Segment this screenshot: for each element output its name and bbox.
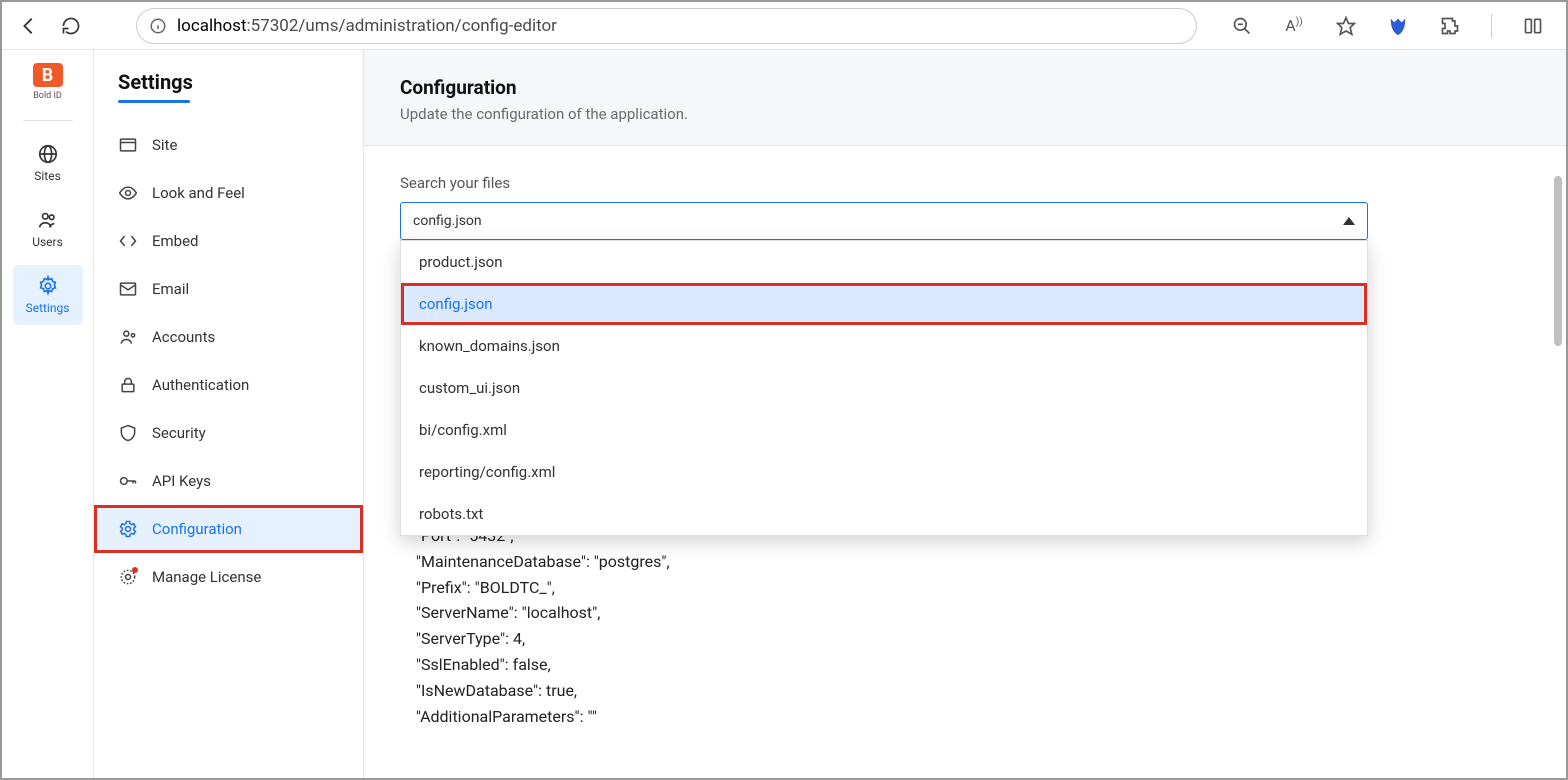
menu-label: Manage License bbox=[152, 568, 261, 586]
favorite-star-icon[interactable] bbox=[1329, 9, 1363, 43]
menu-label: Authentication bbox=[152, 376, 249, 394]
code-icon bbox=[118, 231, 138, 251]
code-line: "SslEnabled": false, bbox=[400, 655, 551, 674]
sidemenu-item-email[interactable]: Email bbox=[94, 265, 363, 313]
sidemenu-item-embed[interactable]: Embed bbox=[94, 217, 363, 265]
gear-icon bbox=[37, 275, 59, 297]
shield-icon bbox=[118, 423, 138, 443]
file-select-combo[interactable]: config.json bbox=[400, 202, 1368, 240]
vertical-scrollbar[interactable] bbox=[1554, 176, 1562, 778]
sidemenu-item-site[interactable]: Site bbox=[94, 121, 363, 169]
code-line: "ServerType": 4, bbox=[400, 629, 525, 648]
globe-icon bbox=[37, 143, 59, 165]
site-info-icon[interactable] bbox=[149, 17, 167, 35]
main-header: Configuration Update the configuration o… bbox=[364, 50, 1566, 145]
combo-value: config.json bbox=[413, 213, 482, 229]
users-icon bbox=[37, 209, 59, 231]
sidemenu-item-authentication[interactable]: Authentication bbox=[94, 361, 363, 409]
file-select-wrap: config.json product.json config.json kno… bbox=[400, 202, 1368, 240]
rail-divider bbox=[23, 120, 73, 121]
dropdown-option[interactable]: robots.txt bbox=[401, 493, 1367, 535]
file-dropdown: product.json config.json known_domains.j… bbox=[400, 240, 1368, 536]
page-subtitle: Update the configuration of the applicat… bbox=[400, 105, 1530, 123]
eye-icon bbox=[118, 183, 138, 203]
code-line: "AdditionalParameters": "" bbox=[400, 707, 597, 726]
dropdown-option[interactable]: known_domains.json bbox=[401, 325, 1367, 367]
main-pane: Configuration Update the configuration o… bbox=[364, 50, 1566, 778]
dropdown-option[interactable]: product.json bbox=[401, 241, 1367, 283]
key-icon bbox=[118, 471, 138, 491]
menu-label: Accounts bbox=[152, 328, 215, 346]
address-bar[interactable]: localhost:57302/ums/administration/confi… bbox=[136, 8, 1197, 44]
rail-label: Users bbox=[32, 235, 63, 249]
settings-sidemenu: Settings Site Look and Feel Embed Email … bbox=[94, 50, 364, 778]
malwarebytes-icon[interactable] bbox=[1381, 9, 1415, 43]
mail-icon bbox=[118, 279, 138, 299]
extensions-icon[interactable] bbox=[1433, 9, 1467, 43]
brand-label: Bold ID bbox=[33, 91, 62, 101]
accounts-icon bbox=[118, 327, 138, 347]
dropdown-option[interactable]: reporting/config.xml bbox=[401, 451, 1367, 493]
refresh-button[interactable] bbox=[54, 9, 88, 43]
page-title: Configuration bbox=[400, 76, 1530, 99]
back-button[interactable] bbox=[12, 9, 46, 43]
menu-label: Look and Feel bbox=[152, 184, 245, 202]
browser-right-icons: A)) bbox=[1225, 9, 1556, 43]
rail-label: Settings bbox=[26, 301, 70, 315]
code-line: "MaintenanceDatabase": "postgres", bbox=[400, 552, 670, 571]
sidemenu-item-api-keys[interactable]: API Keys bbox=[94, 457, 363, 505]
scrollbar-thumb[interactable] bbox=[1554, 176, 1562, 346]
menu-label: Security bbox=[152, 424, 206, 442]
app-container: B Bold ID Sites Users Settings Settings … bbox=[2, 50, 1566, 778]
brand-logo-block[interactable]: B Bold ID bbox=[26, 60, 70, 104]
browser-toolbar: localhost:57302/ums/administration/confi… bbox=[2, 2, 1566, 50]
rail-item-sites[interactable]: Sites bbox=[13, 133, 83, 193]
toolbar-divider bbox=[1491, 14, 1492, 38]
code-line: "ServerName": "localhost", bbox=[400, 603, 600, 622]
sidemenu-item-configuration[interactable]: Configuration bbox=[94, 505, 363, 553]
split-screen-icon[interactable] bbox=[1516, 9, 1550, 43]
lock-icon bbox=[118, 375, 138, 395]
gear-icon bbox=[118, 519, 138, 539]
menu-label: API Keys bbox=[152, 472, 211, 490]
read-aloud-icon[interactable]: A)) bbox=[1277, 9, 1311, 43]
search-label: Search your files bbox=[400, 174, 1530, 192]
zoom-out-icon[interactable] bbox=[1225, 9, 1259, 43]
sidemenu-item-security[interactable]: Security bbox=[94, 409, 363, 457]
rail-label: Sites bbox=[34, 169, 61, 183]
rail-item-settings[interactable]: Settings bbox=[13, 265, 83, 325]
code-line: "Prefix": "BOLDTC_", bbox=[400, 578, 555, 597]
url-text: localhost:57302/ums/administration/confi… bbox=[177, 16, 557, 36]
menu-label: Configuration bbox=[152, 520, 242, 538]
title-underline bbox=[118, 100, 190, 103]
sidemenu-item-look-and-feel[interactable]: Look and Feel bbox=[94, 169, 363, 217]
sidemenu-item-accounts[interactable]: Accounts bbox=[94, 313, 363, 361]
notification-dot-icon bbox=[132, 567, 138, 573]
bold-logo-icon: B bbox=[33, 63, 63, 87]
code-line: "IsNewDatabase": true, bbox=[400, 681, 577, 700]
site-icon bbox=[118, 135, 138, 155]
dropdown-option[interactable]: custom_ui.json bbox=[401, 367, 1367, 409]
config-code-view[interactable]: "Port": "5432", "MaintenanceDatabase": "… bbox=[400, 524, 1386, 730]
chevron-up-icon bbox=[1343, 217, 1355, 225]
left-rail: B Bold ID Sites Users Settings bbox=[2, 50, 94, 778]
rail-item-users[interactable]: Users bbox=[13, 199, 83, 259]
menu-label: Site bbox=[152, 136, 177, 154]
main-body: Search your files config.json product.js… bbox=[364, 146, 1566, 778]
sidemenu-title: Settings bbox=[94, 70, 363, 100]
dropdown-option[interactable]: bi/config.xml bbox=[401, 409, 1367, 451]
dropdown-option[interactable]: config.json bbox=[401, 283, 1367, 325]
menu-label: Embed bbox=[152, 232, 199, 250]
sidemenu-item-manage-license[interactable]: Manage License bbox=[94, 553, 363, 601]
menu-label: Email bbox=[152, 280, 189, 298]
